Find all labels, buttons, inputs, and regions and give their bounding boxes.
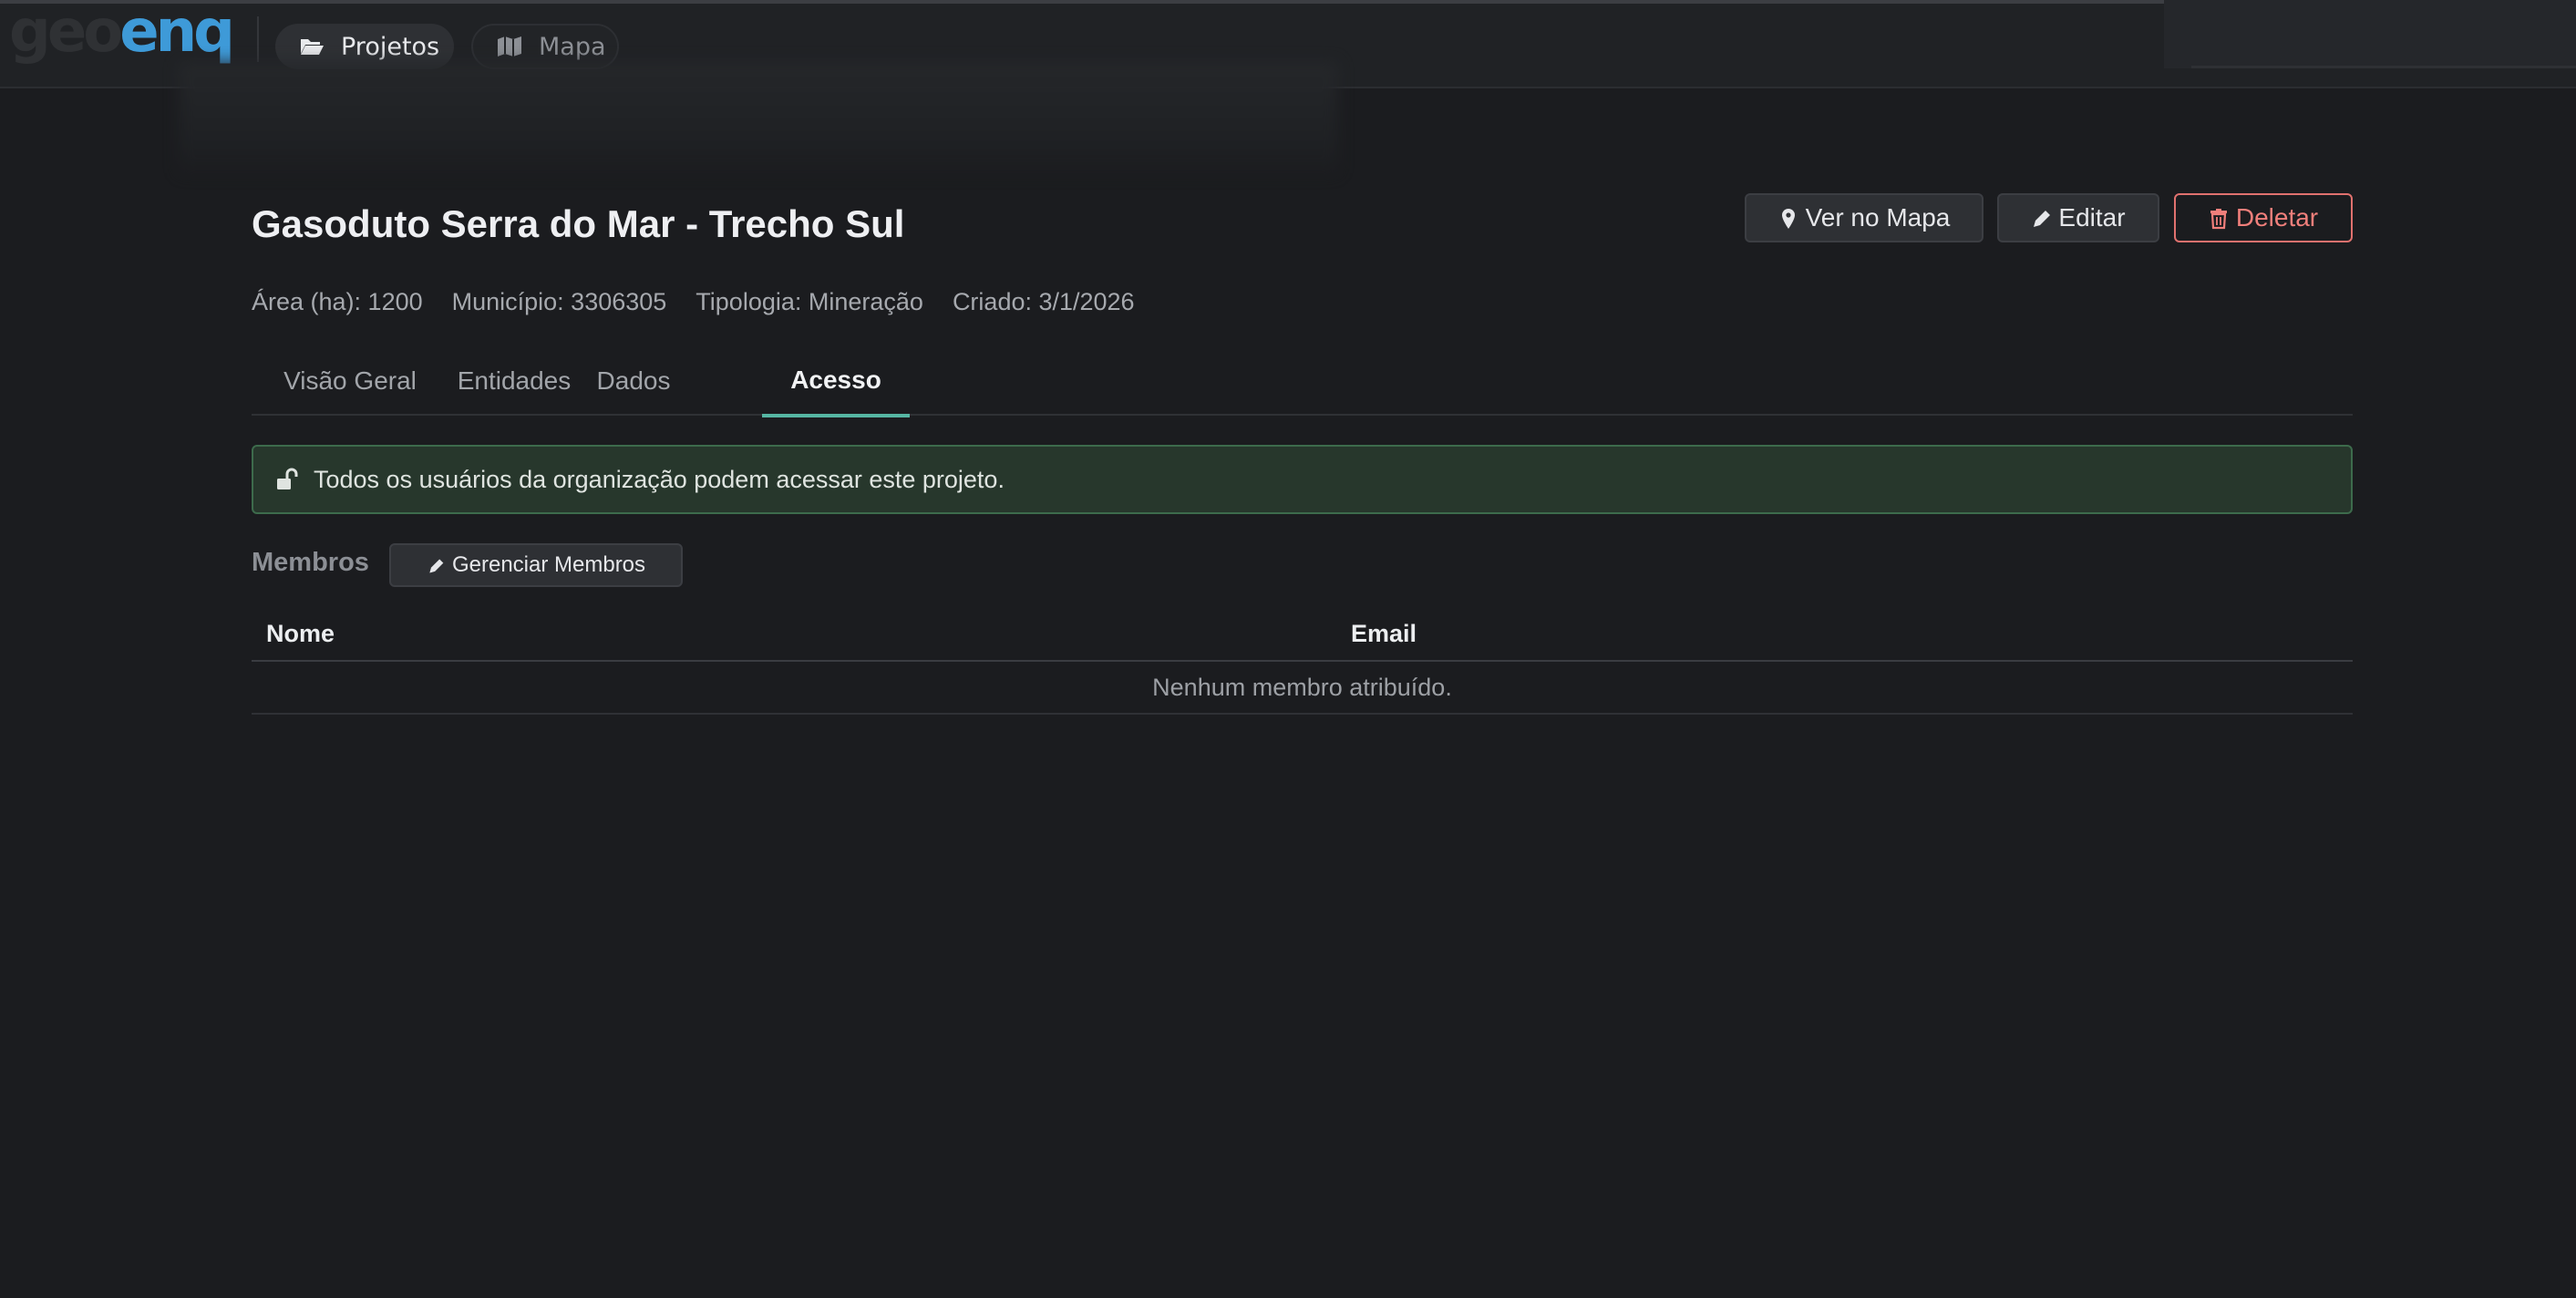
navbar-right-region	[2164, 0, 2576, 68]
manage-members-button[interactable]: Gerenciar Membros	[389, 543, 683, 587]
nav-item-label: Projetos	[341, 32, 440, 61]
pencil-icon	[2031, 207, 2051, 229]
edit-label: Editar	[2058, 203, 2126, 232]
map-marker-icon	[1778, 207, 1798, 229]
unlock-icon	[275, 468, 299, 491]
tab-entidades[interactable]: Entidades	[448, 346, 580, 416]
access-alert: Todos os usuários da organização podem a…	[252, 445, 2353, 514]
edit-button[interactable]: Editar	[1997, 193, 2159, 242]
project-meta: Área (ha): 1200 Município: 3306305 Tipol…	[252, 288, 1135, 316]
logo-text-enq: enq	[119, 0, 235, 66]
pencil-icon	[427, 556, 445, 574]
manage-members-label: Gerenciar Membros	[451, 552, 646, 577]
blurred-region	[179, 62, 1338, 173]
folder-open-icon	[299, 36, 325, 57]
nav-item-label: Mapa	[539, 32, 606, 61]
view-on-map-label: Ver no Mapa	[1805, 203, 1951, 232]
tab-visao-geral[interactable]: Visão Geral	[252, 346, 448, 416]
project-title: Gasoduto Serra do Mar - Trecho Sul	[252, 202, 905, 245]
navbar-edge	[0, 0, 2164, 4]
trash-icon	[2209, 207, 2229, 230]
view-on-map-button[interactable]: Ver no Mapa	[1745, 193, 1984, 242]
map-icon	[497, 36, 522, 57]
app-logo[interactable]: geoenq	[9, 2, 235, 62]
logo-divider	[257, 16, 259, 62]
access-alert-text: Todos os usuários da organização podem a…	[314, 465, 1005, 493]
meta-criado: Criado: 3/1/2026	[952, 288, 1135, 315]
delete-label: Deletar	[2235, 203, 2319, 232]
delete-button[interactable]: Deletar	[2174, 193, 2353, 242]
tab-acesso[interactable]: Acesso	[762, 346, 910, 417]
members-table-header: Nome Email	[252, 609, 2353, 662]
column-header-nome: Nome	[266, 620, 335, 647]
members-empty-row: Nenhum membro atribuído.	[252, 662, 2353, 715]
logo-text-geo: geo	[9, 0, 123, 66]
navbar-right-divider	[2191, 66, 2576, 68]
meta-tipologia: Tipologia: Mineração	[696, 288, 923, 315]
column-header-email: Email	[1351, 620, 1417, 647]
members-table: Nome Email Nenhum membro atribuído.	[252, 609, 2353, 715]
members-heading: Membros	[252, 548, 369, 577]
meta-area: Área (ha): 1200	[252, 288, 423, 315]
tab-dados[interactable]: Dados	[580, 346, 687, 416]
project-tabs: Visão Geral Entidades Dados Acesso	[252, 346, 2353, 417]
meta-municipio: Município: 3306305	[451, 288, 667, 315]
